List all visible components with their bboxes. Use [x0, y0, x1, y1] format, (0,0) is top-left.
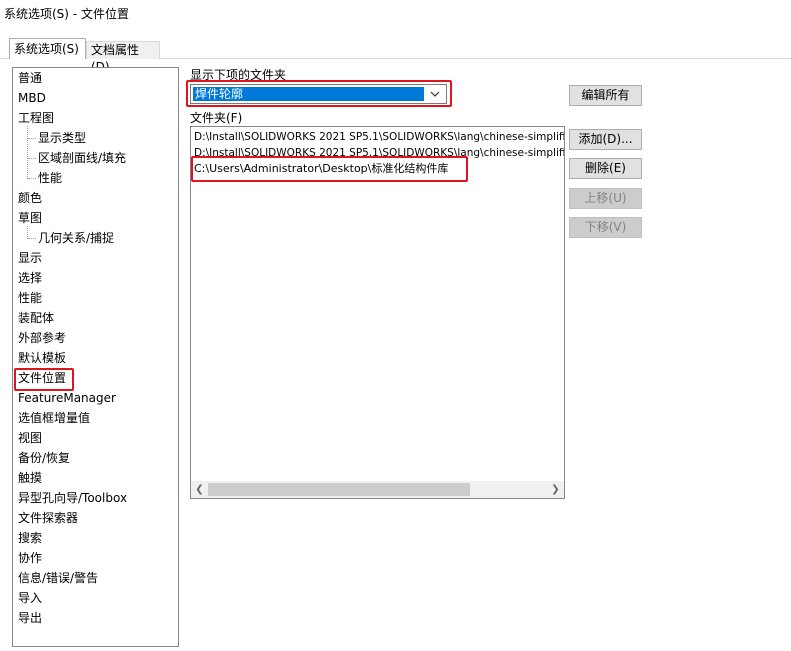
- tree-item-view[interactable]: 视图: [18, 429, 42, 447]
- tree-connector: [28, 238, 36, 239]
- tree-item-backup-recover[interactable]: 备份/恢复: [18, 449, 70, 467]
- horizontal-scrollbar[interactable]: ❮ ❯: [191, 481, 564, 498]
- tree-item-display[interactable]: 显示: [18, 249, 42, 267]
- tree-item-spin-box-increments[interactable]: 选值框增量值: [18, 409, 90, 427]
- tree-item-export[interactable]: 导出: [18, 609, 42, 627]
- annotation-highlight-folder-type: [186, 80, 452, 107]
- annotation-highlight-file-locations: [14, 368, 74, 391]
- tree-item-display-style[interactable]: 显示类型: [38, 129, 86, 147]
- options-tree[interactable]: 普通 MBD 工程图 显示类型 区域剖面线/填充 性能 颜色 草图 几何关系/捕…: [12, 67, 179, 647]
- tree-item-performance[interactable]: 性能: [18, 289, 42, 307]
- tree-connector: [27, 126, 28, 179]
- tree-connector: [28, 178, 36, 179]
- scroll-right-icon[interactable]: ❯: [547, 481, 564, 498]
- tree-item-relations-snaps[interactable]: 几何关系/捕捉: [38, 229, 114, 247]
- tree-item-external-references[interactable]: 外部参考: [18, 329, 66, 347]
- edit-all-button[interactable]: 编辑所有: [569, 85, 642, 106]
- tree-item-sketch[interactable]: 草图: [18, 209, 42, 227]
- move-up-button[interactable]: 上移(U): [569, 188, 642, 209]
- move-down-button[interactable]: 下移(V): [569, 217, 642, 238]
- folder-list-item[interactable]: D:\Install\SOLIDWORKS 2021 SP5.1\SOLIDWO…: [194, 129, 564, 145]
- tree-item-messages-errors-warnings[interactable]: 信息/错误/警告: [18, 569, 98, 587]
- tree-item-selection[interactable]: 选择: [18, 269, 42, 287]
- annotation-highlight-new-folder: [191, 156, 468, 182]
- tree-item-general[interactable]: 普通: [18, 69, 42, 87]
- tree-connector: [28, 158, 36, 159]
- tab-system-options[interactable]: 系统选项(S): [9, 38, 86, 59]
- delete-folder-button[interactable]: 删除(E): [569, 158, 642, 179]
- tree-item-mbd[interactable]: MBD: [18, 89, 46, 107]
- tree-item-touch[interactable]: 触摸: [18, 469, 42, 487]
- window-title: 系统选项(S) - 文件位置: [4, 7, 129, 21]
- folders-label: 文件夹(F): [190, 111, 243, 125]
- tree-item-drawings[interactable]: 工程图: [18, 109, 54, 127]
- tree-item-colors[interactable]: 颜色: [18, 189, 42, 207]
- tree-item-hole-wizard-toolbox[interactable]: 异型孔向导/Toolbox: [18, 489, 127, 507]
- tree-item-search[interactable]: 搜索: [18, 529, 42, 547]
- tree-item-default-templates[interactable]: 默认模板: [18, 349, 66, 367]
- tree-item-featuremanager[interactable]: FeatureManager: [18, 389, 116, 407]
- scroll-left-icon[interactable]: ❮: [191, 481, 208, 498]
- scrollbar-thumb[interactable]: [208, 483, 470, 496]
- tree-item-assemblies[interactable]: 装配体: [18, 309, 54, 327]
- tree-item-file-explorer[interactable]: 文件探索器: [18, 509, 78, 527]
- tree-connector: [28, 138, 36, 139]
- tree-item-drawing-performance[interactable]: 性能: [38, 169, 62, 187]
- tab-document-properties[interactable]: 文档属性(D): [86, 41, 160, 74]
- add-folder-button[interactable]: 添加(D)...: [569, 129, 642, 150]
- tree-item-import[interactable]: 导入: [18, 589, 42, 607]
- tree-item-collaboration[interactable]: 协作: [18, 549, 42, 567]
- tree-item-area-hatch[interactable]: 区域剖面线/填充: [38, 149, 126, 167]
